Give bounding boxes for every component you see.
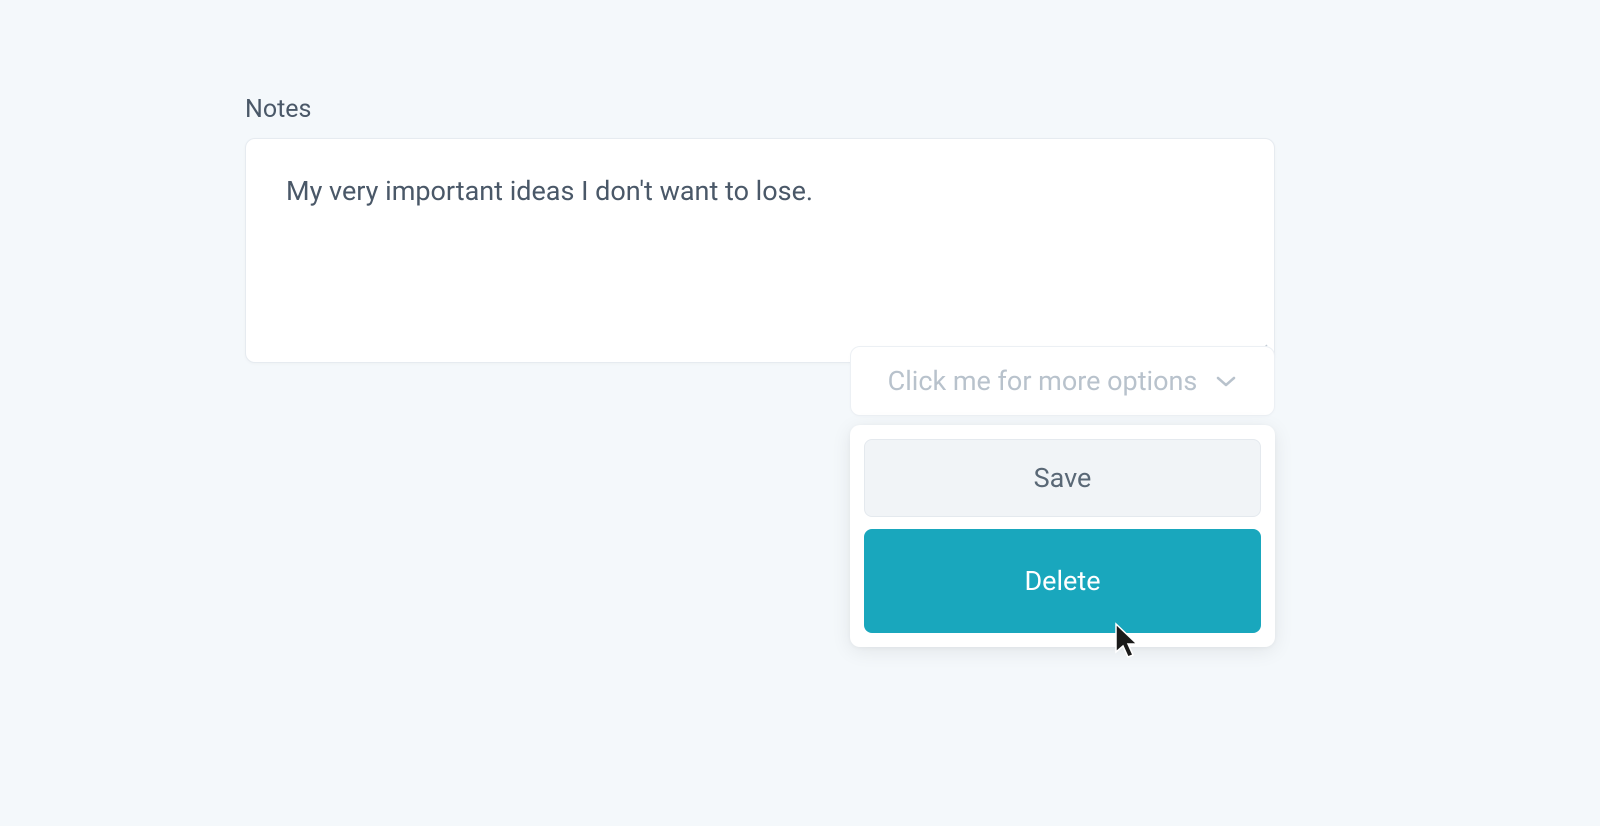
save-button[interactable]: Save — [864, 439, 1261, 517]
notes-textarea-wrapper — [245, 138, 1275, 367]
dropdown-trigger-label: Click me for more options — [888, 365, 1198, 397]
delete-button[interactable]: Delete — [864, 529, 1261, 633]
dropdown-menu: Save Delete — [850, 425, 1275, 647]
notes-textarea[interactable] — [245, 138, 1275, 363]
chevron-down-icon — [1215, 370, 1237, 392]
more-options-dropdown[interactable]: Click me for more options — [850, 346, 1275, 416]
notes-label: Notes — [245, 95, 1275, 124]
